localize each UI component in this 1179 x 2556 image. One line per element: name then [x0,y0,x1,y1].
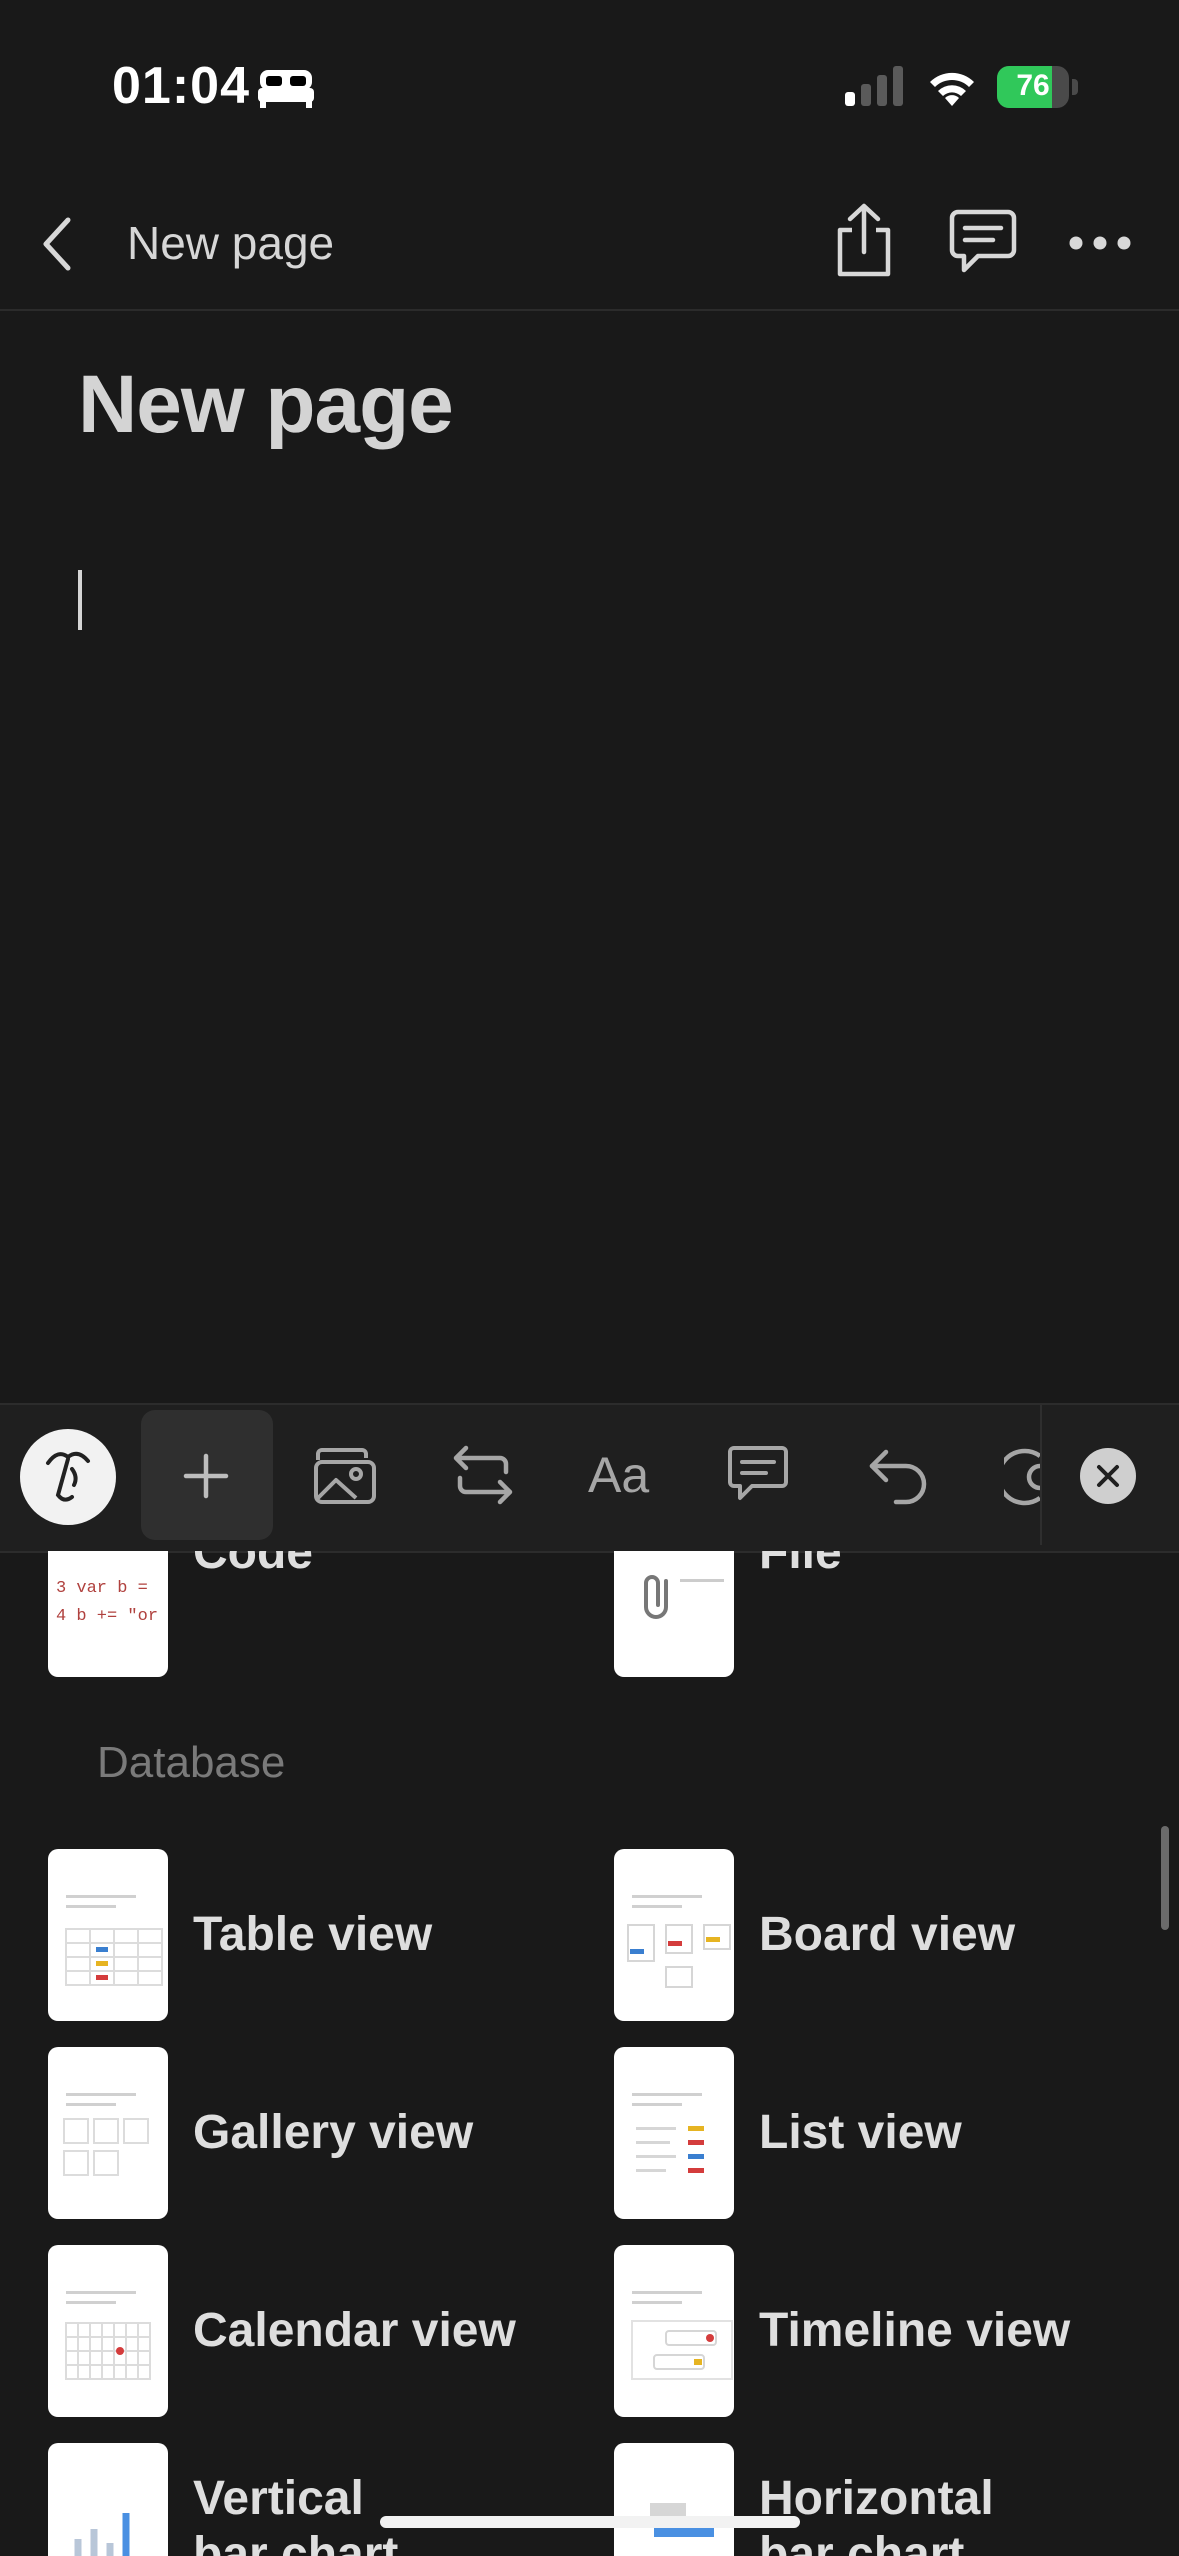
board-view-thumbnail[interactable] [614,1849,734,2021]
comment-icon[interactable] [948,208,1018,276]
share-icon[interactable] [832,202,896,278]
text-style-icon[interactable]: Aa [588,1446,649,1504]
bed-icon [258,70,314,108]
timeline-view-thumbnail[interactable] [614,2245,734,2417]
plus-icon [183,1453,229,1499]
code-block-thumbnail[interactable]: 3 var b = 4 b += "or [48,1551,168,1677]
page-title[interactable]: New page [78,358,454,452]
ai-assistant-button[interactable] [20,1429,116,1525]
image-icon[interactable] [310,1442,380,1508]
file-block-thumbnail[interactable] [614,1551,734,1677]
code-snippet-line: 3 var b = [56,1579,148,1598]
list-view-thumbnail[interactable] [614,2047,734,2219]
ai-assistant-icon [46,1451,90,1502]
section-title-database: Database [97,1738,286,1787]
back-chevron-icon[interactable] [40,216,76,272]
block-item-label[interactable]: Gallery view [193,2105,473,2161]
block-item-label[interactable]: Timeline view [759,2303,1070,2359]
block-item-label[interactable]: Vertical bar chart [193,2471,433,2556]
paperclip-icon [644,1575,668,1619]
block-item-label[interactable]: List view [759,2105,962,2161]
block-item-label[interactable]: Code [193,1551,313,1581]
panel-scrollbar[interactable] [1161,1826,1169,1930]
block-item-label[interactable]: Calendar view [193,2303,516,2359]
home-indicator [380,2516,800,2528]
vertical-bar-chart-thumbnail[interactable] [48,2443,168,2556]
battery-level-text: 76 [1016,69,1050,102]
undo-icon[interactable] [866,1442,930,1508]
block-item-label[interactable]: Table view [193,1907,432,1963]
block-item-label[interactable]: Board view [759,1907,1015,1963]
battery-charging-icon: 76 [997,66,1079,108]
close-icon [1097,1465,1119,1487]
table-view-thumbnail[interactable] [48,1849,168,2021]
block-item-label[interactable]: File [759,1551,842,1581]
horizontal-bar-chart-thumbnail[interactable] [614,2443,734,2556]
mention-icon[interactable] [1004,1442,1040,1508]
text-cursor [78,570,82,630]
toolbar-divider [1040,1405,1042,1545]
nav-title: New page [127,217,335,269]
wifi-icon [930,72,974,106]
block-picker-panel: 3 var b = 4 b += "or Code File Database … [0,1551,1179,2556]
toolbar-comment-icon[interactable] [726,1442,790,1508]
block-item-label[interactable]: Horizontal bar chart [759,2471,1059,2556]
status-time: 01:04 [112,57,250,115]
calendar-view-thumbnail[interactable] [48,2245,168,2417]
code-snippet-line: 4 b += "or [56,1607,159,1626]
turn-into-icon[interactable] [448,1442,518,1508]
close-toolbar-button[interactable] [1080,1448,1136,1504]
signal-icon [845,66,903,106]
more-icon[interactable] [1068,234,1132,252]
nav-divider [0,309,1179,311]
gallery-view-thumbnail[interactable] [48,2047,168,2219]
